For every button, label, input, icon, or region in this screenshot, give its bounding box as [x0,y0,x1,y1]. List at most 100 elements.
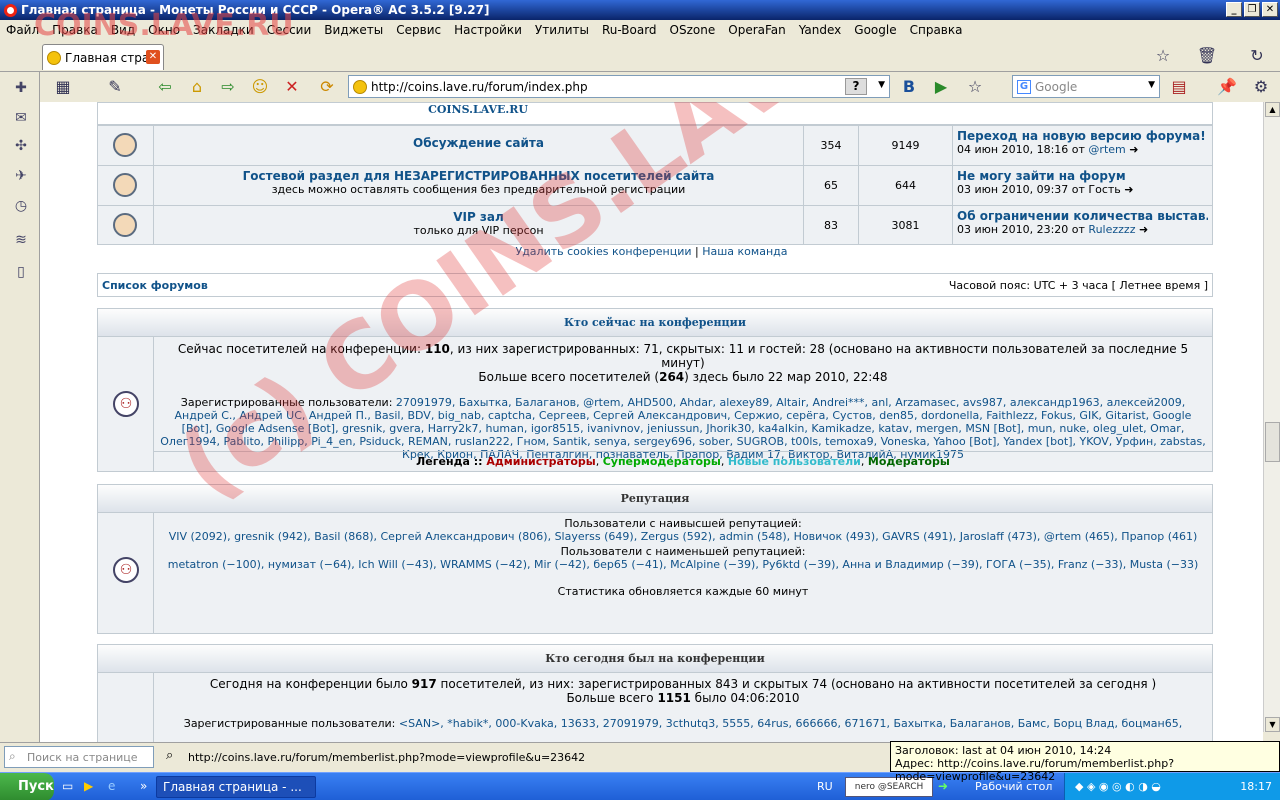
stop-icon[interactable]: ✕ [281,76,303,98]
forum-category-title[interactable]: COINS.LAVE.RU [153,103,803,117]
menu-operafan[interactable]: OperaFan [728,23,786,37]
last-post-author[interactable]: @rtem [1088,143,1125,156]
forum-link[interactable]: Обсуждение сайта [154,136,803,150]
scroll-up-icon[interactable]: ▲ [1265,102,1280,117]
forum-link[interactable]: VIP зал [154,210,803,224]
bookmarks-panel-icon[interactable]: ✚ [11,78,31,98]
ie-icon[interactable]: e [108,779,115,793]
widgets-panel-icon[interactable]: ✣ [11,136,31,156]
new-bookmark-icon[interactable]: ☆ [1152,45,1174,67]
info-panel-icon[interactable]: ▯ [11,262,31,282]
tab-main[interactable]: Главная стра... ✕ [42,44,164,70]
close-button[interactable]: ✕ [1262,2,1278,17]
delete-cookies-link[interactable]: Удалить cookies конференции [515,245,691,258]
transfers-panel-icon[interactable]: ✈ [11,166,31,186]
last-post-date: 03 июн 2010, 23:20 от [957,223,1085,236]
language-indicator[interactable]: RU [817,780,833,793]
menu-file[interactable]: Файл [6,23,39,37]
goto-post-icon[interactable]: ➜ [1139,223,1148,236]
pin-icon[interactable]: 📌 [1216,76,1238,98]
address-bar[interactable]: http://coins.lave.ru/forum/index.php ? ▼ [348,75,890,98]
smiley-icon[interactable]: ☺ [249,76,271,98]
goto-post-icon[interactable]: ➜ [1124,183,1133,196]
restore-button[interactable]: ❐ [1244,2,1260,17]
menu-edit[interactable]: Правка [52,23,98,37]
find-icon[interactable]: ⌕ [166,748,173,763]
scroll-thumb[interactable] [1265,422,1280,462]
reload-icon[interactable]: ⟳ [316,76,338,98]
back-icon[interactable]: ⇦ [154,76,176,98]
today-count-line: Сегодня на конференции было 917 посетите… [158,677,1208,691]
menu-window[interactable]: Окно [148,23,180,37]
menu-help[interactable]: Справка [910,23,963,37]
menu-yandex[interactable]: Yandex [799,23,842,37]
low-rep-users: metatron (−100), нумизат (−64), Ich Will… [158,558,1208,571]
history-panel-icon[interactable]: ◷ [11,196,31,216]
forum-link[interactable]: Гостевой раздел для НЕЗАРЕГИСТРИРОВАННЫХ… [154,169,803,183]
goto-post-icon[interactable]: ➜ [1129,143,1138,156]
bookmark-b-icon[interactable]: B [898,76,920,98]
today-users-list: Зарегистрированные пользователи: <SAN>, … [158,717,1208,730]
address-dropdown-icon[interactable]: ▼ [878,80,885,90]
menu-utilities[interactable]: Утилиты [535,23,589,37]
minimize-button[interactable]: _ [1226,2,1242,17]
legend-admins[interactable]: Администраторы [486,455,595,468]
team-link[interactable]: Наша команда [702,245,787,258]
legend-new-users[interactable]: Новые пользователи [728,455,861,468]
pen-icon[interactable]: ✎ [104,76,126,98]
legend-mods[interactable]: Модераторы [868,455,950,468]
forum-category-header: COINS.LAVE.RU [98,103,1212,125]
menu-oszone[interactable]: OSzone [670,23,716,37]
menu-ruboard[interactable]: Ru-Board [602,23,657,37]
vertical-scrollbar[interactable]: ▲ ▼ [1263,102,1280,732]
last-post-date: 03 июн 2010, 09:37 от Гость [957,183,1121,196]
online-title[interactable]: Кто сейчас на конференции [564,316,746,329]
menu-google[interactable]: Google [854,23,896,37]
tab-close-icon[interactable]: ✕ [146,50,160,64]
today-users[interactable]: <SAN>, *habik*, 000-Kvaka, 13633, 270919… [399,717,1182,730]
taskbar-window-opera[interactable]: Главная страница - ... [156,776,316,798]
site-info-icon[interactable]: ? [845,78,867,95]
forum-posts: 9149 [858,126,952,165]
notes-panel-icon[interactable]: ✉ [11,108,31,128]
menu-sessions[interactable]: Сессии [267,23,312,37]
low-rep-list[interactable]: metatron (−100), нумизат (−64), Ich Will… [168,558,1199,571]
scroll-down-icon[interactable]: ▼ [1265,717,1280,732]
forward-icon[interactable]: ⇨ [217,76,239,98]
start-button[interactable]: Пуск [0,773,54,800]
last-post-link[interactable]: Об ограничении количества выстав... [957,209,1208,223]
settings-icon[interactable]: ⚙ [1250,76,1272,98]
menu-tools[interactable]: Сервис [396,23,441,37]
search-box[interactable]: G Google ▼ [1012,75,1160,98]
show-desktop-icon[interactable]: ▭ [62,779,73,793]
refresh-page-icon[interactable]: ↻ [1246,45,1268,67]
menu-bookmarks[interactable]: Закладки [193,23,254,37]
go-icon[interactable]: ▶ [930,76,952,98]
menu-view[interactable]: Вид [111,23,135,37]
side-panel: ✚ ✉ ✣ ✈ ◷ ≋ ▯ [0,72,40,742]
online-record-number: 264 [659,370,685,384]
forum-index-link[interactable]: Список форумов [102,279,208,292]
forum-topics: 83 [803,206,858,245]
panels-icon[interactable]: ▦ [52,76,74,98]
search-dropdown-icon[interactable]: ▼ [1148,80,1155,90]
menu-widgets[interactable]: Виджеты [324,23,383,37]
last-post-link[interactable]: Не могу зайти на форум [957,169,1208,183]
address-url[interactable]: http://coins.lave.ru/forum/index.php [371,80,588,94]
page-search-placeholder: Поиск на странице [27,750,138,764]
online-record-text: Больше всего посетителей ( [478,370,660,384]
high-rep-list[interactable]: VIV (2092), gresnik (942), Basil (868), … [169,530,1198,543]
last-post-link[interactable]: Переход на новую версию форума! [957,129,1208,143]
links-panel-icon[interactable]: ≋ [11,230,31,250]
notes-icon[interactable]: ▤ [1168,76,1190,98]
trash-icon[interactable]: 🗑 [1196,45,1218,67]
home-icon[interactable]: ⌂ [186,76,208,98]
menu-settings[interactable]: Настройки [454,23,522,37]
legend-supermods[interactable]: Супермодераторы [603,455,721,468]
last-post-author[interactable]: Rulezzzz [1088,223,1135,236]
favorite-star-icon[interactable]: ☆ [964,76,986,98]
page-search-input[interactable]: ⌕ Поиск на странице [4,746,154,768]
media-player-icon[interactable]: ▶ [84,779,93,793]
forum-read-icon [113,133,137,157]
quicklaunch-more-icon[interactable]: » [140,779,147,793]
